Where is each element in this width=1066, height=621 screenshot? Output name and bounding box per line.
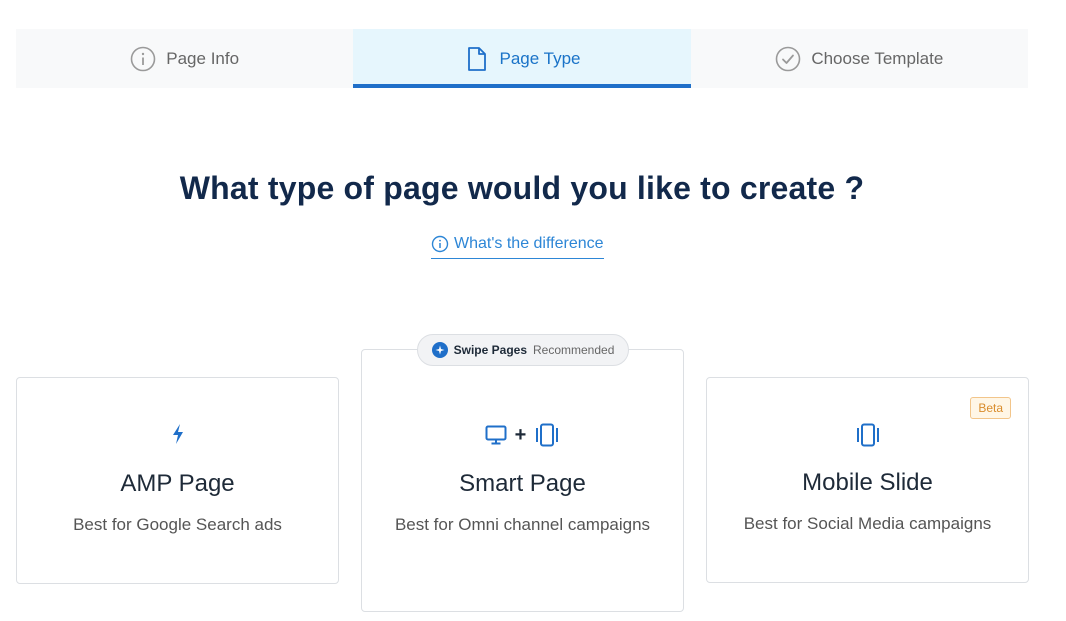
difference-link-label: What's the difference — [454, 235, 604, 252]
document-icon — [464, 46, 490, 72]
card-icons: + — [362, 423, 683, 447]
card-mobile-slide[interactable]: Beta Mobile Slide Best for Social Media … — [706, 377, 1029, 583]
badge-label: Recommended — [533, 343, 615, 357]
step-page-info[interactable]: Page Info — [16, 29, 353, 88]
step-label: Page Info — [166, 48, 240, 68]
step-label: Choose Template — [811, 48, 944, 68]
beta-badge: Beta — [970, 397, 1011, 419]
card-title: Smart Page — [459, 470, 586, 497]
plus-sign: + — [514, 423, 527, 446]
info-circle-icon — [130, 46, 156, 72]
badge-brand: Swipe Pages — [453, 343, 527, 357]
card-title: AMP Page — [120, 470, 235, 497]
info-circle-icon — [431, 235, 449, 253]
card-amp-page[interactable]: AMP Page Best for Google Search ads — [16, 377, 339, 584]
swipe-pages-logo-icon — [431, 342, 448, 358]
card-description: Best for Social Media campaigns — [743, 514, 992, 533]
lightning-icon — [17, 423, 338, 445]
card-smart-page[interactable]: + Smart Page Best for Omni channel campa… — [361, 349, 684, 612]
step-choose-template[interactable]: Choose Template — [691, 29, 1028, 88]
recommended-badge: Swipe Pages Recommended — [417, 334, 629, 366]
stepper: Page Info Page Type Choose Template — [16, 29, 1028, 88]
card-description: Best for Google Search ads — [73, 515, 282, 534]
step-page-type[interactable]: Page Type — [353, 29, 691, 88]
difference-link[interactable]: What's the difference — [431, 235, 604, 259]
page-type-screen: Page Info Page Type Choose Template What… — [0, 0, 1066, 621]
mobile-icon — [536, 423, 559, 447]
check-circle-icon — [775, 46, 801, 72]
desktop-icon — [485, 425, 507, 445]
card-description: Best for Omni channel campaigns — [394, 515, 651, 534]
step-label: Page Type — [499, 48, 581, 68]
card-title: Mobile Slide — [802, 469, 933, 496]
page-title: What type of page would you like to crea… — [179, 170, 865, 206]
mobile-icon — [707, 423, 1028, 447]
